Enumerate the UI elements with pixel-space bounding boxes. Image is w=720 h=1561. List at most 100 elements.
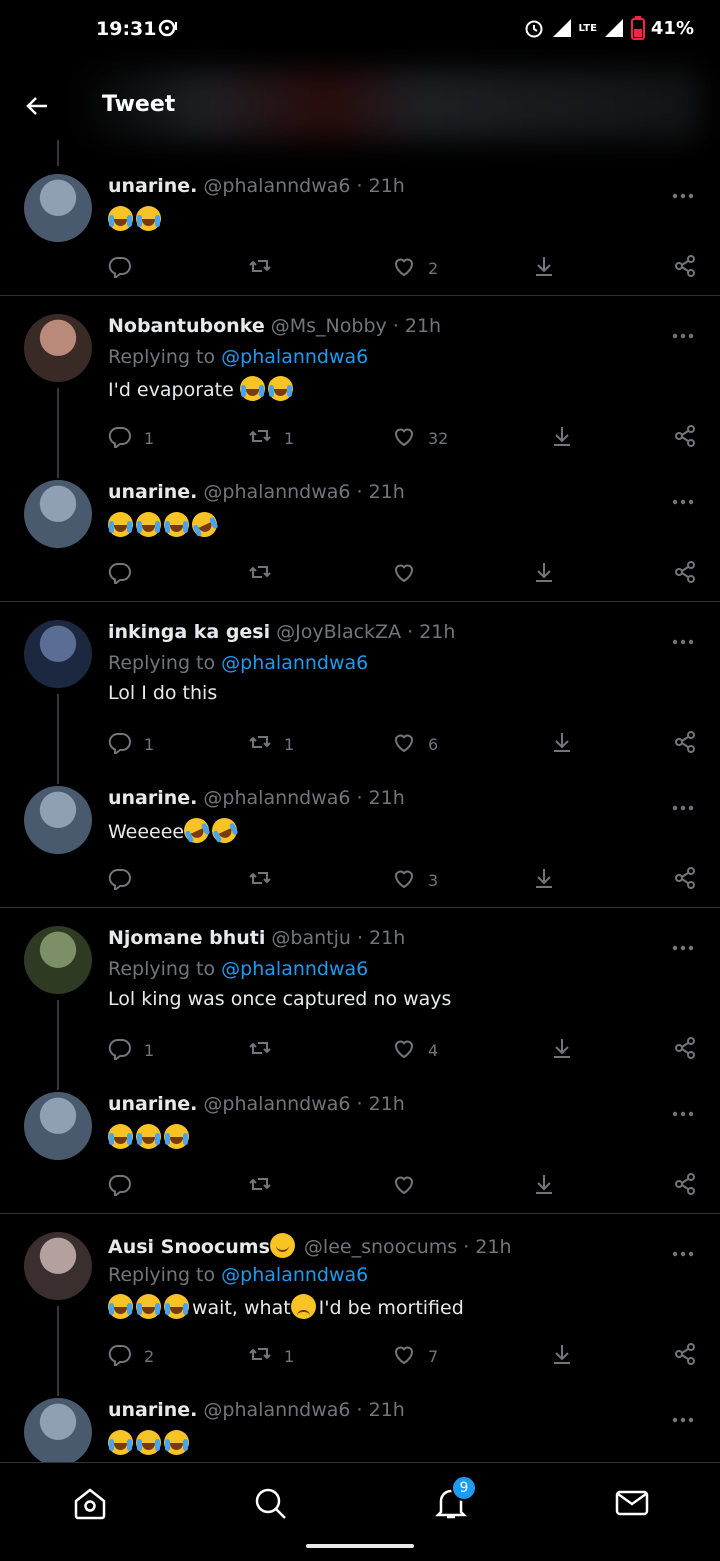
retweet-icon[interactable]	[248, 1036, 272, 1064]
more-options-icon[interactable]	[672, 184, 694, 199]
home-icon[interactable]	[72, 1485, 108, 1521]
author-handle[interactable]: @phalanndwa6 · 21h	[197, 481, 404, 503]
like-action[interactable]	[392, 1172, 428, 1200]
reply-action[interactable]	[108, 560, 144, 588]
share-action[interactable]	[673, 730, 697, 758]
mention-link[interactable]: @phalanndwa6	[221, 652, 368, 674]
more-options-icon[interactable]	[672, 630, 694, 645]
more-options-icon[interactable]	[672, 324, 694, 339]
tweet[interactable]: Ausi Snoocums @lee_snoocums · 21h Replyin…	[0, 1222, 720, 1396]
reply-icon[interactable]	[108, 866, 132, 894]
retweet-action[interactable]: 1	[248, 730, 294, 758]
author-handle[interactable]: @bantju · 21h	[265, 927, 405, 949]
tweet[interactable]: inkinga ka gesi @JoyBlackZA · 21h Replyin…	[0, 610, 720, 784]
retweet-action[interactable]: 1	[248, 424, 294, 452]
retweet-action[interactable]	[248, 560, 284, 588]
reply-icon[interactable]	[108, 424, 132, 452]
avatar[interactable]	[24, 314, 92, 382]
author-name[interactable]: unarine.	[108, 1399, 197, 1421]
tweet[interactable]: Njomane bhuti @bantju · 21h Replying to @…	[0, 916, 720, 1090]
share-icon[interactable]	[673, 730, 697, 758]
share-action[interactable]	[673, 1342, 697, 1370]
tweet[interactable]: Nobantubonke @Ms_Nobby · 21h Replying to …	[0, 304, 720, 478]
like-action[interactable]: 7	[392, 1342, 438, 1370]
tweet[interactable]: unarine. @phalanndwa6 · 21h	[0, 470, 720, 610]
like-icon[interactable]	[392, 560, 416, 588]
retweet-action[interactable]: 1	[248, 1342, 294, 1370]
author-name[interactable]: unarine.	[108, 481, 197, 503]
author-name[interactable]: unarine.	[108, 787, 197, 809]
share-action[interactable]	[673, 866, 697, 894]
download-icon[interactable]	[532, 254, 556, 282]
share-action[interactable]	[673, 1036, 697, 1064]
retweet-icon[interactable]	[248, 1342, 272, 1370]
avatar[interactable]	[24, 480, 92, 548]
avatar[interactable]	[24, 620, 92, 688]
download-icon[interactable]	[532, 1172, 556, 1200]
reply-icon[interactable]	[108, 1036, 132, 1064]
retweet-action[interactable]	[248, 1036, 284, 1064]
share-icon[interactable]	[673, 254, 697, 282]
like-action[interactable]: 6	[392, 730, 438, 758]
reply-icon[interactable]	[108, 1342, 132, 1370]
download-action[interactable]	[532, 560, 556, 588]
retweet-action[interactable]	[248, 866, 284, 894]
author-handle[interactable]: @JoyBlackZA · 21h	[270, 621, 455, 643]
like-icon[interactable]	[392, 1172, 416, 1200]
download-action[interactable]	[550, 1342, 574, 1370]
messages-icon[interactable]	[614, 1485, 650, 1521]
download-action[interactable]	[550, 1036, 574, 1064]
avatar[interactable]	[24, 1232, 92, 1300]
download-action[interactable]	[550, 730, 574, 758]
download-icon[interactable]	[532, 560, 556, 588]
retweet-icon[interactable]	[248, 254, 272, 282]
author-handle[interactable]: @phalanndwa6 · 21h	[197, 1093, 404, 1115]
tweet[interactable]: unarine. @phalanndwa6 · 21h	[0, 1388, 720, 1462]
avatar[interactable]	[24, 926, 92, 994]
tweet[interactable]: unarine. @phalanndwa6 · 21h 2	[0, 164, 720, 304]
like-icon[interactable]	[392, 254, 416, 282]
reply-action[interactable]: 1	[108, 730, 154, 758]
like-action[interactable]: 4	[392, 1036, 438, 1064]
retweet-icon[interactable]	[248, 424, 272, 452]
avatar[interactable]	[24, 1092, 92, 1160]
retweet-icon[interactable]	[248, 1172, 272, 1200]
share-action[interactable]	[673, 560, 697, 588]
like-action[interactable]: 32	[392, 424, 448, 452]
more-options-icon[interactable]	[672, 1242, 694, 1257]
reply-action[interactable]: 2	[108, 1342, 154, 1370]
share-icon[interactable]	[673, 1172, 697, 1200]
like-action[interactable]	[392, 560, 428, 588]
reply-icon[interactable]	[108, 254, 132, 282]
share-icon[interactable]	[673, 1036, 697, 1064]
mention-link[interactable]: @phalanndwa6	[221, 1264, 368, 1286]
download-icon[interactable]	[550, 1036, 574, 1064]
reply-icon[interactable]	[108, 730, 132, 758]
author-handle[interactable]: @Ms_Nobby · 21h	[265, 315, 441, 337]
like-action[interactable]: 2	[392, 254, 438, 282]
more-options-icon[interactable]	[672, 796, 694, 811]
back-arrow-icon[interactable]	[22, 91, 52, 121]
home-indicator[interactable]	[306, 1544, 414, 1548]
share-icon[interactable]	[673, 866, 697, 894]
like-icon[interactable]	[392, 1036, 416, 1064]
retweet-icon[interactable]	[248, 730, 272, 758]
more-options-icon[interactable]	[672, 1102, 694, 1117]
author-handle[interactable]: @phalanndwa6 · 21h	[197, 175, 404, 197]
download-action[interactable]	[550, 424, 574, 452]
reply-action[interactable]	[108, 254, 144, 282]
author-name[interactable]: Ausi Snoocums	[108, 1236, 270, 1258]
reply-action[interactable]	[108, 866, 144, 894]
like-icon[interactable]	[392, 866, 416, 894]
search-icon[interactable]	[252, 1485, 288, 1521]
more-options-icon[interactable]	[672, 1408, 694, 1423]
author-name[interactable]: Njomane bhuti	[108, 927, 265, 949]
share-icon[interactable]	[673, 424, 697, 452]
author-name[interactable]: unarine.	[108, 175, 197, 197]
like-icon[interactable]	[392, 730, 416, 758]
like-action[interactable]: 3	[392, 866, 438, 894]
tweet[interactable]: unarine. @phalanndwa6 · 21h Weeeee 3	[0, 776, 720, 916]
retweet-icon[interactable]	[248, 560, 272, 588]
download-icon[interactable]	[532, 866, 556, 894]
more-options-icon[interactable]	[672, 936, 694, 951]
